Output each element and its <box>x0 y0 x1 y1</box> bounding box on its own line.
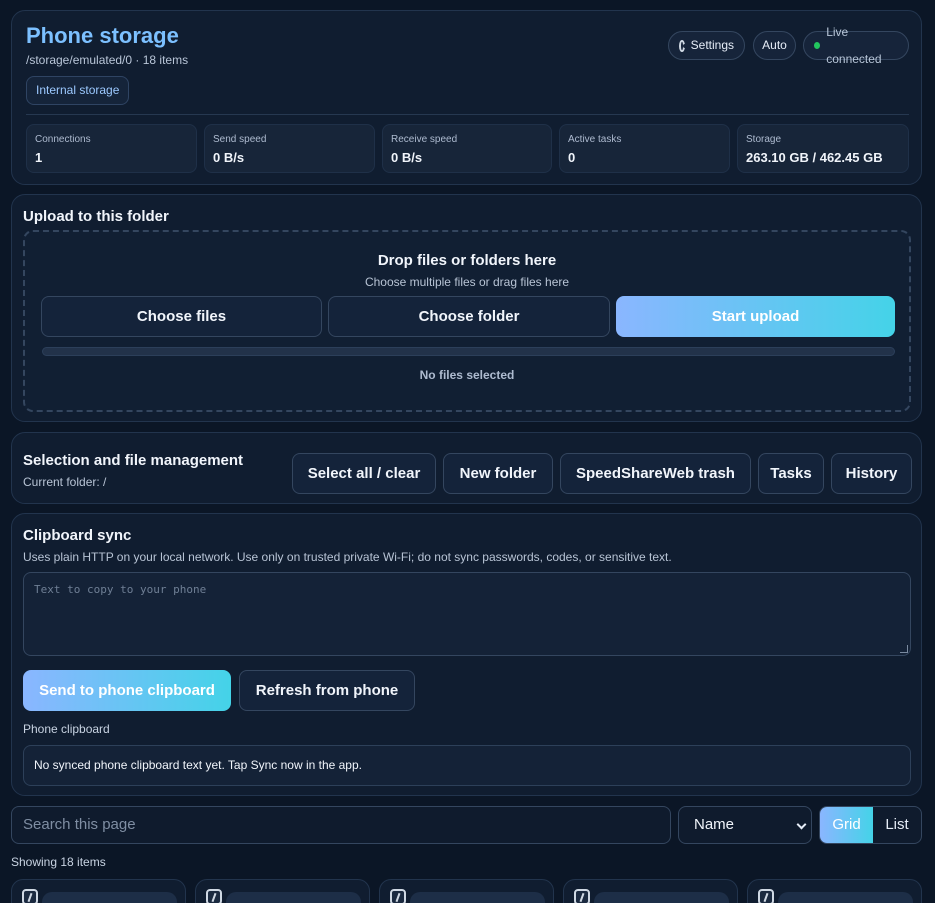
page-title: Phone storage <box>26 23 179 48</box>
stat-value: 263.10 GB / 462.45 GB <box>746 150 883 165</box>
file-card[interactable] <box>747 879 922 903</box>
connection-status-badge: Live connected <box>803 25 909 66</box>
clipboard-textarea[interactable]: Text to copy to your phone <box>23 572 911 656</box>
selection-panel: Selection and file management Current fo… <box>11 432 922 504</box>
file-card[interactable] <box>563 879 738 903</box>
stat-receive-speed: Receive speed 0 B/s <box>382 124 552 173</box>
header-panel: Phone storage /storage/emulated/0 · 18 i… <box>11 10 922 185</box>
file-card[interactable] <box>379 879 554 903</box>
checkbox-icon[interactable] <box>206 889 222 903</box>
list-view-button[interactable]: List <box>873 807 921 843</box>
file-thumbnail <box>778 892 913 903</box>
file-thumbnail <box>226 892 361 903</box>
stat-label: Connections <box>35 134 91 145</box>
refresh-from-phone-button[interactable]: Refresh from phone <box>239 670 415 711</box>
stat-value: 1 <box>35 150 43 165</box>
stat-label: Receive speed <box>391 134 458 145</box>
upload-heading: Upload to this folder <box>23 208 169 225</box>
stat-value: 0 <box>568 150 576 165</box>
stat-label: Send speed <box>213 134 267 145</box>
grid-view-button[interactable]: Grid <box>820 807 873 843</box>
upload-status: No files selected <box>419 368 515 382</box>
new-folder-button[interactable]: New folder <box>443 453 553 494</box>
upload-progress-bar <box>42 347 895 356</box>
clipboard-note: Uses plain HTTP on your local network. U… <box>23 550 672 564</box>
sort-value: Name <box>694 816 735 833</box>
stat-label: Active tasks <box>568 134 622 145</box>
choose-files-button[interactable]: Choose files <box>41 296 322 337</box>
item-count: Showing 18 items <box>11 855 106 869</box>
current-path: /storage/emulated/0 · 18 items <box>26 53 189 67</box>
stat-storage: Storage 263.10 GB / 462.45 GB <box>737 124 909 173</box>
phone-clipboard-label: Phone clipboard <box>23 722 110 736</box>
checkbox-icon[interactable] <box>390 889 406 903</box>
upload-panel: Upload to this folder Drop files or fold… <box>11 194 922 422</box>
current-folder-label: Current folder: / <box>23 475 107 489</box>
drop-zone-title: Drop files or folders here <box>377 252 557 269</box>
storage-chip[interactable]: Internal storage <box>26 76 130 105</box>
file-card[interactable] <box>11 879 186 903</box>
clipboard-placeholder: Text to copy to your phone <box>34 583 207 596</box>
history-button[interactable]: History <box>831 453 912 494</box>
header-divider <box>26 114 909 115</box>
settings-label: Settings <box>690 38 734 52</box>
stat-label: Storage <box>746 134 782 145</box>
send-to-phone-button[interactable]: Send to phone clipboard <box>23 670 231 711</box>
file-thumbnail <box>594 892 729 903</box>
checkbox-icon[interactable] <box>574 889 590 903</box>
sort-select[interactable]: Name <box>678 806 812 844</box>
stat-connections: Connections 1 <box>26 124 197 173</box>
connection-status-label: Live connected <box>826 24 882 66</box>
search-input[interactable]: Search this page <box>11 806 671 844</box>
start-upload-button[interactable]: Start upload <box>616 296 895 337</box>
phone-clipboard-value: No synced phone clipboard text yet. Tap … <box>23 745 911 786</box>
selection-heading: Selection and file management <box>23 452 244 469</box>
stat-value: 0 B/s <box>213 150 245 165</box>
stat-active-tasks: Active tasks 0 <box>559 124 730 173</box>
file-card[interactable] <box>195 879 370 903</box>
view-toggle: Grid List <box>819 806 922 844</box>
drop-zone[interactable]: Drop files or folders here Choose multip… <box>23 230 911 412</box>
clipboard-heading: Clipboard sync <box>23 527 132 544</box>
choose-folder-button[interactable]: Choose folder <box>328 296 610 337</box>
drop-zone-subtitle: Choose multiple files or drag files here <box>364 275 570 289</box>
resize-handle-icon[interactable] <box>900 645 908 653</box>
file-thumbnail <box>42 892 177 903</box>
chevron-down-icon <box>796 819 807 830</box>
auto-label: Auto <box>762 38 787 52</box>
checkbox-icon[interactable] <box>22 889 38 903</box>
stat-value: 0 B/s <box>391 150 423 165</box>
status-dot-icon <box>814 42 821 49</box>
trash-button[interactable]: SpeedShareWeb trash <box>560 453 751 494</box>
select-all-button[interactable]: Select all / clear <box>292 453 436 494</box>
checkbox-icon[interactable] <box>758 889 774 903</box>
clipboard-panel: Clipboard sync Uses plain HTTP on your l… <box>11 513 922 796</box>
stat-send-speed: Send speed 0 B/s <box>204 124 375 173</box>
settings-button[interactable]: Settings <box>668 31 745 60</box>
tasks-button[interactable]: Tasks <box>758 453 824 494</box>
gear-icon <box>679 39 687 52</box>
file-thumbnail <box>410 892 545 903</box>
auto-theme-button[interactable]: Auto <box>753 31 796 60</box>
